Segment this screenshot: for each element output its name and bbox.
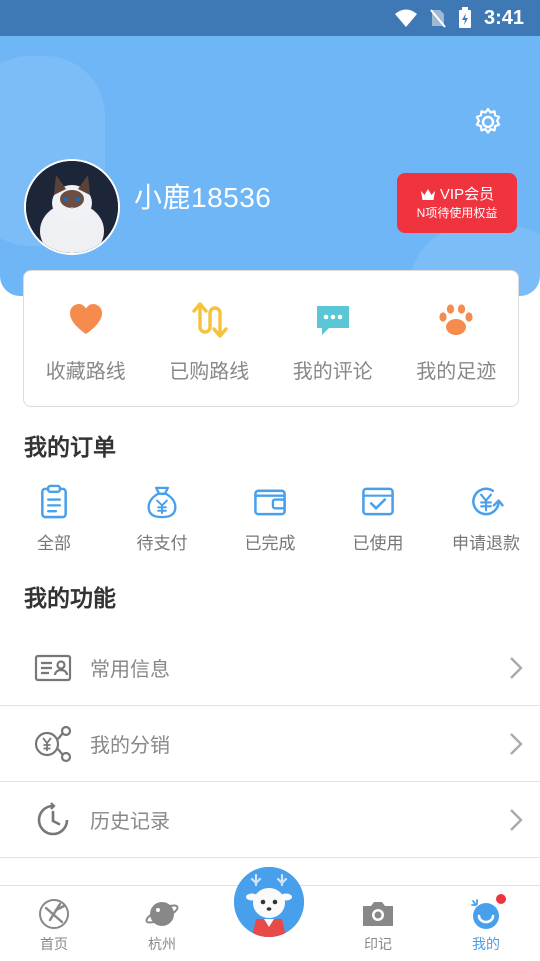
quick-link-label: 我的评论	[292, 361, 373, 383]
tab-label: 杭州	[148, 936, 176, 952]
vip-subtitle: N项待使用权益	[416, 206, 498, 221]
order-label: 已完成	[244, 534, 296, 553]
money-bag-icon	[147, 486, 177, 519]
avatar[interactable]	[24, 159, 120, 255]
quick-link-purchased[interactable]: 已购路线	[148, 271, 272, 406]
quick-link-comments[interactable]: 我的评论	[271, 271, 395, 406]
distribution-icon	[34, 725, 72, 763]
crown-icon	[420, 189, 435, 201]
deer-mascot-icon	[234, 867, 304, 937]
paw-icon	[439, 304, 473, 335]
chevron-right-icon	[510, 732, 523, 755]
chevron-right-icon	[510, 808, 523, 831]
clipboard-icon	[41, 484, 67, 519]
menu-row-distribution[interactable]: 我的分销	[0, 706, 540, 782]
tab-label: 印记	[364, 936, 392, 952]
battery-charging-icon	[458, 7, 471, 28]
quick-link-label: 我的足迹	[416, 361, 497, 383]
quick-link-favorites[interactable]: 收藏路线	[24, 271, 148, 406]
id-card-icon	[34, 654, 72, 682]
tab-mine[interactable]: 我的	[432, 886, 540, 961]
settings-gear-icon[interactable]	[472, 106, 504, 138]
swap-icon	[192, 302, 228, 338]
menu-label: 我的分销	[90, 735, 170, 757]
refund-icon	[472, 487, 504, 516]
menu-row-common-info[interactable]: 常用信息	[0, 630, 540, 706]
status-time: 3:41	[483, 6, 524, 29]
quick-link-footprints[interactable]: 我的足迹	[395, 271, 519, 406]
menu-row-history[interactable]: 历史记录	[0, 782, 540, 858]
wifi-icon	[394, 9, 417, 27]
order-refund[interactable]: 申请退款	[432, 484, 540, 554]
planet-icon	[145, 902, 179, 926]
quick-links-card: 收藏路线 已购路线 我的评论 我的足迹	[23, 270, 519, 407]
menu-label: 常用信息	[90, 659, 170, 681]
quick-link-label: 已购路线	[169, 361, 250, 383]
order-all[interactable]: 全部	[0, 484, 108, 554]
tab-home[interactable]: 首页	[0, 886, 108, 961]
no-sim-icon	[430, 9, 446, 28]
tab-imprint[interactable]: 印记	[324, 886, 432, 961]
center-mascot-button[interactable]	[234, 867, 304, 937]
tab-hangzhou[interactable]: 杭州	[108, 886, 216, 961]
history-icon	[37, 802, 69, 836]
order-pending-payment[interactable]: 待支付	[108, 484, 216, 554]
order-completed[interactable]: 已完成	[216, 484, 324, 554]
order-label: 申请退款	[452, 534, 520, 553]
username: 小鹿18536	[134, 182, 272, 213]
menu-label: 历史记录	[90, 811, 170, 833]
heart-icon	[69, 304, 102, 334]
order-label: 全部	[37, 534, 71, 553]
vip-membership-button[interactable]: VIP会员 N项待使用权益	[397, 173, 517, 233]
features-section-title: 我的功能	[24, 585, 116, 611]
tab-label: 首页	[40, 936, 68, 952]
cat-photo	[26, 161, 118, 253]
order-label: 已使用	[352, 534, 404, 553]
order-used[interactable]: 已使用	[324, 484, 432, 554]
features-list: 常用信息 我的分销 历史记录	[0, 630, 540, 858]
order-label: 待支付	[136, 534, 188, 553]
notification-dot	[496, 894, 506, 904]
home-icon	[39, 899, 69, 929]
ticket-check-icon	[362, 487, 394, 516]
tab-label: 我的	[472, 936, 500, 952]
status-icons: 3:41	[394, 6, 524, 30]
wallet-icon	[254, 489, 286, 516]
comment-icon	[316, 306, 349, 335]
status-bar: 3:41	[0, 0, 540, 36]
camera-icon	[363, 902, 393, 926]
orders-section-title: 我的订单	[24, 434, 116, 460]
vip-title: VIP会员	[439, 185, 495, 203]
quick-link-label: 收藏路线	[45, 361, 126, 383]
chevron-right-icon	[510, 656, 523, 679]
order-status-row: 全部 待支付 已完成 已使用 申请退款	[0, 484, 540, 554]
